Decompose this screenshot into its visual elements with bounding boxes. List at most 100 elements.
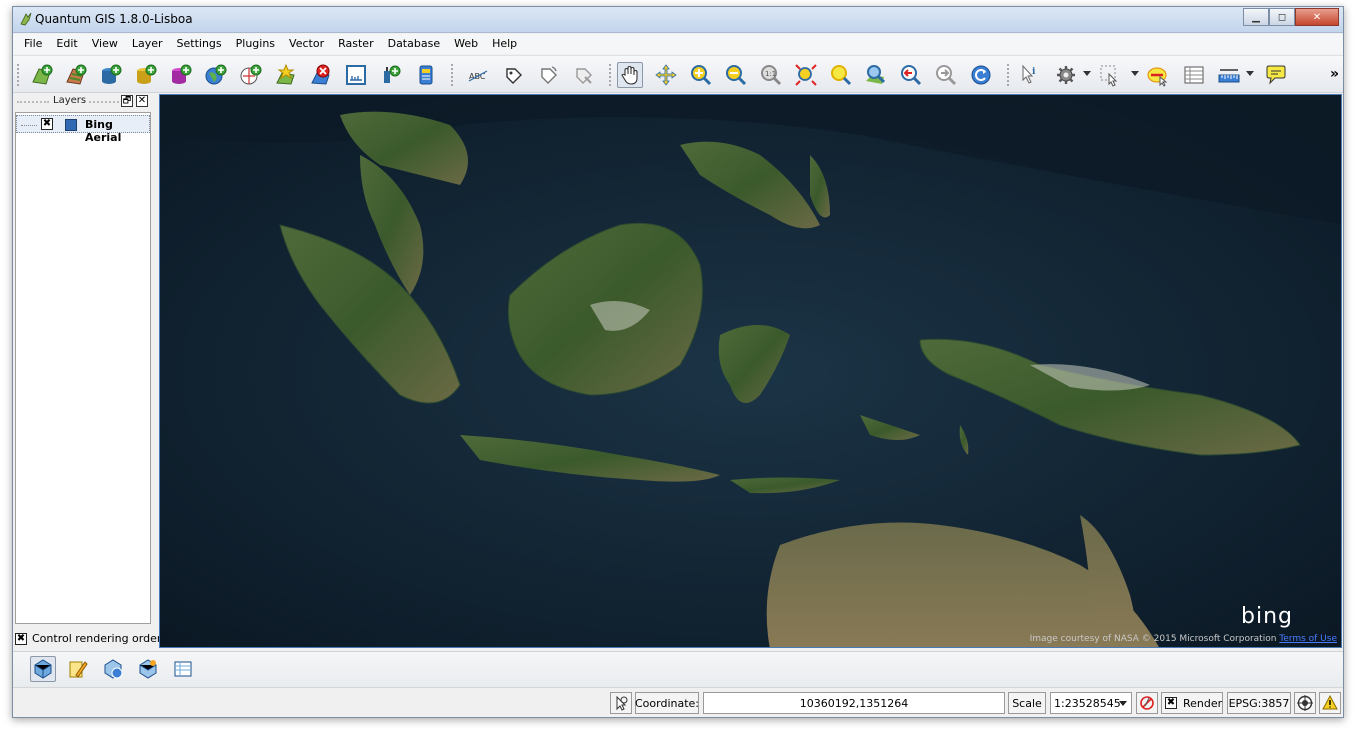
status-bar: Coordinate: 10360192,1351264 Scale 1:235… <box>13 687 1343 717</box>
edit-icon[interactable] <box>65 656 91 682</box>
scale-value: 1:23528545 <box>1054 696 1121 710</box>
warning-icon[interactable] <box>1319 692 1341 714</box>
layer-name: Bing Aerial <box>85 118 122 144</box>
menu-layer[interactable]: Layer <box>125 34 170 54</box>
terms-of-use-link[interactable]: Terms of Use <box>1279 634 1337 644</box>
control-rendering-order-checkbox[interactable]: ✖ <box>15 633 27 645</box>
add-raster-layer-icon[interactable] <box>135 656 161 682</box>
main-toolbar: ABC 1:1 <box>13 55 1343 93</box>
add-vector-layer-icon[interactable] <box>30 656 56 682</box>
zoom-last-icon[interactable] <box>898 62 924 88</box>
pan-icon[interactable] <box>617 62 643 88</box>
render-toggle[interactable]: ✖ Render <box>1161 692 1223 714</box>
add-wfs-layer-icon[interactable] <box>238 62 264 88</box>
toolbar-grip[interactable] <box>1007 64 1010 86</box>
select-dropdown-arrow[interactable] <box>1131 71 1139 76</box>
identify-icon[interactable]: i <box>1016 62 1042 88</box>
close-button[interactable]: ✕ <box>1295 8 1339 26</box>
label-icon[interactable]: ABC <box>465 62 491 88</box>
title-bar: Quantum GIS 1.8.0-Lisboa ▁ ◻ ✕ <box>13 7 1343 33</box>
pan-to-selection-icon[interactable] <box>653 62 679 88</box>
plugin-icon[interactable] <box>378 62 404 88</box>
layer-properties-icon[interactable] <box>170 656 196 682</box>
svg-text:1:1: 1:1 <box>765 70 776 78</box>
zoom-actual-icon[interactable]: 1:1 <box>758 62 784 88</box>
stop-render-icon[interactable] <box>1136 692 1158 714</box>
change-label-icon[interactable] <box>570 62 596 88</box>
render-checkbox[interactable]: ✖ <box>1165 697 1177 709</box>
menu-web[interactable]: Web <box>447 34 485 54</box>
zoom-in-icon[interactable] <box>688 62 714 88</box>
menu-database[interactable]: Database <box>381 34 448 54</box>
add-delimited-text-icon[interactable] <box>343 62 369 88</box>
toolbar-overflow-button[interactable]: » <box>1330 66 1339 82</box>
panel-float-button[interactable]: 🗗 <box>121 95 133 107</box>
panel-grip <box>89 101 119 103</box>
panel-grip <box>17 101 49 103</box>
rotate-label-icon[interactable] <box>535 62 561 88</box>
minimize-button[interactable]: ▁ <box>1243 8 1269 26</box>
attribution-text: Image courtesy of NASA © 2015 Microsoft … <box>1029 634 1277 644</box>
add-raster-layer-icon[interactable] <box>63 62 89 88</box>
qgis-window: Quantum GIS 1.8.0-Lisboa ▁ ◻ ✕ File Edit… <box>12 6 1344 718</box>
coordinate-toggle-icon[interactable] <box>610 692 632 714</box>
python-console-icon[interactable] <box>413 62 439 88</box>
coordinate-label: Coordinate: <box>635 692 699 714</box>
add-mssql-layer-icon[interactable] <box>168 62 194 88</box>
menu-raster[interactable]: Raster <box>331 34 380 54</box>
add-postgis-layer-icon[interactable] <box>98 62 124 88</box>
zoom-next-icon[interactable] <box>933 62 959 88</box>
deselect-icon[interactable] <box>1145 62 1171 88</box>
layers-panel: Layers 🗗 ✕ ✖ Bing Aerial ✖ Control rende… <box>13 94 161 650</box>
layer-visibility-checkbox[interactable]: ✖ <box>41 118 53 130</box>
maximize-button[interactable]: ◻ <box>1269 8 1295 26</box>
layers-panel-header: Layers 🗗 ✕ <box>13 94 155 110</box>
attribute-table-icon[interactable] <box>1181 62 1207 88</box>
map-attribution: Image courtesy of NASA © 2015 Microsoft … <box>1030 634 1337 644</box>
toolbar-grip[interactable] <box>609 64 612 86</box>
map-canvas[interactable]: bing Image courtesy of NASA © 2015 Micro… <box>159 94 1342 648</box>
panel-close-button[interactable]: ✕ <box>136 95 148 107</box>
add-vector-layer-icon[interactable] <box>29 62 55 88</box>
bing-logo: bing <box>1241 604 1293 629</box>
layer-row-bing-aerial[interactable]: ✖ Bing Aerial <box>16 115 150 144</box>
toolbar-grip[interactable] <box>17 64 20 86</box>
add-wms-layer-icon[interactable] <box>203 62 229 88</box>
menu-help[interactable]: Help <box>485 34 524 54</box>
menu-view[interactable]: View <box>85 34 125 54</box>
menu-file[interactable]: File <box>17 34 49 54</box>
measure-icon[interactable] <box>1216 62 1242 88</box>
zoom-full-icon[interactable] <box>793 62 819 88</box>
zoom-to-selection-icon[interactable] <box>828 62 854 88</box>
crs-projection-icon[interactable] <box>1294 692 1316 714</box>
refresh-icon[interactable] <box>968 62 994 88</box>
action-dropdown-arrow[interactable] <box>1083 71 1091 76</box>
svg-text:i: i <box>1032 67 1036 77</box>
action-icon[interactable] <box>1053 62 1079 88</box>
menu-bar: File Edit View Layer Settings Plugins Ve… <box>13 34 1343 54</box>
add-spatialite-layer-icon[interactable] <box>133 62 159 88</box>
zoom-to-layer-icon[interactable] <box>863 62 889 88</box>
chevron-down-icon <box>1119 701 1127 706</box>
add-wms-layer-icon[interactable] <box>100 656 126 682</box>
menu-edit[interactable]: Edit <box>49 34 84 54</box>
window-title: Quantum GIS 1.8.0-Lisboa <box>35 12 193 26</box>
crs-button[interactable]: EPSG:3857 <box>1227 692 1291 714</box>
menu-plugins[interactable]: Plugins <box>229 34 282 54</box>
tips-icon[interactable] <box>1263 62 1289 88</box>
scale-label: Scale <box>1008 692 1046 714</box>
menu-settings[interactable]: Settings <box>170 34 229 54</box>
menu-vector[interactable]: Vector <box>282 34 331 54</box>
select-icon[interactable] <box>1097 62 1123 88</box>
scale-combo[interactable]: 1:23528545 <box>1050 692 1132 714</box>
toolbar-grip[interactable] <box>451 64 454 86</box>
move-label-icon[interactable] <box>500 62 526 88</box>
coordinate-field[interactable]: 10360192,1351264 <box>703 692 1005 714</box>
remove-layer-icon[interactable] <box>308 62 334 88</box>
measure-dropdown-arrow[interactable] <box>1246 71 1254 76</box>
new-shapefile-icon[interactable] <box>273 62 299 88</box>
control-rendering-order-label: Control rendering order <box>32 632 162 645</box>
zoom-out-icon[interactable] <box>723 62 749 88</box>
satellite-imagery <box>160 95 1341 647</box>
layer-tree[interactable]: ✖ Bing Aerial <box>15 112 151 624</box>
